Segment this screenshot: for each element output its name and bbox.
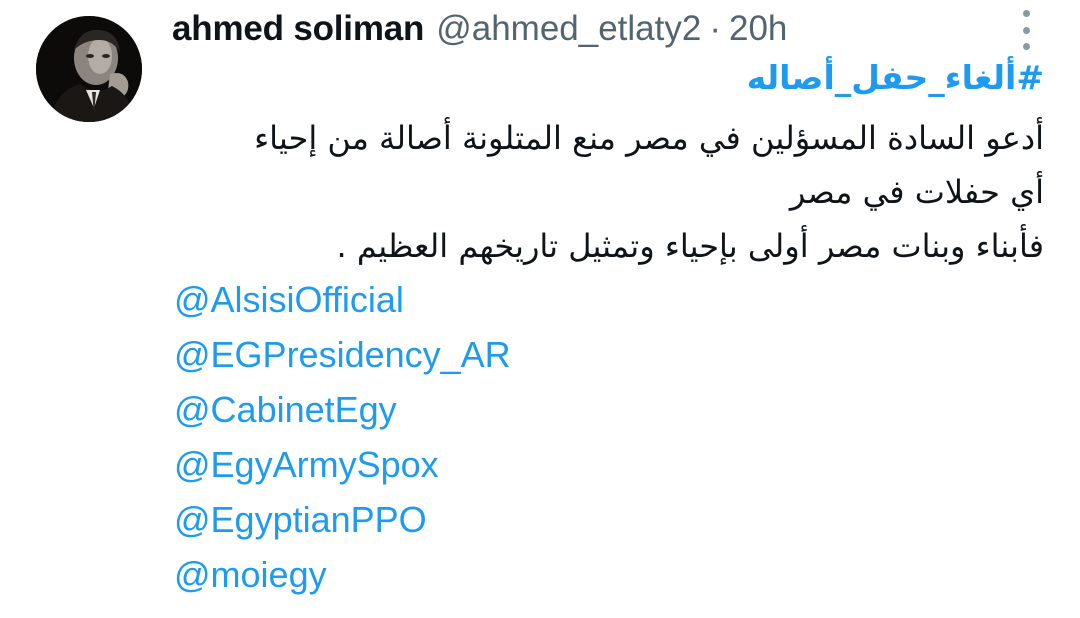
mention-moiegy[interactable]: @moiegy [174,547,511,602]
author-handle[interactable]: @ahmed_etlaty2 [436,9,701,49]
mention-cabinet-egy[interactable]: @CabinetEgy [174,382,511,437]
mention-egyptian-ppo[interactable]: @EgyptianPPO [174,492,511,547]
hashtag-link[interactable]: #ألغاء_حفل_أصاله [164,54,1044,102]
profile-photo-icon [36,16,142,122]
tweet-text-line: أدعو السادة المسؤلين في مصر منع المتلونة… [254,119,1044,157]
mention-alsisi-official[interactable]: @AlsisiOfficial [174,272,511,327]
mention-egpresidency-ar[interactable]: @EGPresidency_AR [174,327,511,382]
more-dot [1022,26,1030,34]
more-dot [1022,10,1030,17]
tweet-text-line: أي حفلات في مصر [789,173,1044,211]
avatar[interactable] [36,16,142,122]
mention-egy-army-spox[interactable]: @EgyArmySpox [174,437,511,492]
separator-dot: · [709,9,721,48]
tweet-header: ahmed soliman @ahmed_etlaty2 · 20h [172,6,787,52]
mention-list: @AlsisiOfficial @EGPresidency_AR @Cabine… [174,272,511,602]
more-options-icon[interactable] [1012,8,1040,52]
tweet-text-line: فأبناء وبنات مصر أولى بإحياء وتمثيل تاري… [336,227,1044,265]
author-display-name[interactable]: ahmed soliman [172,9,424,49]
more-dot [1022,43,1030,50]
tweet-timestamp[interactable]: 20h [729,9,787,49]
